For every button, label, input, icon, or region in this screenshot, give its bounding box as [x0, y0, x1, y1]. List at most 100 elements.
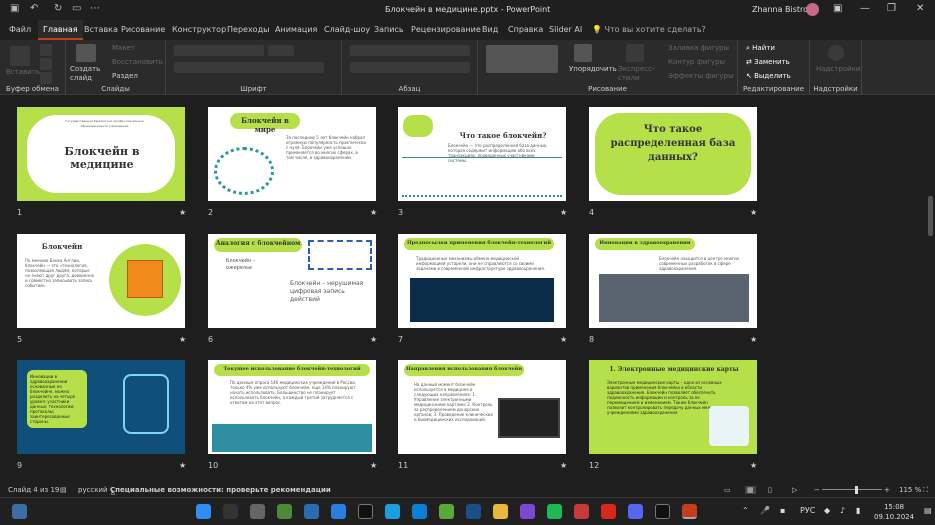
tab-view[interactable]: Вид	[482, 25, 498, 34]
tab-home[interactable]: Главная	[38, 20, 83, 40]
slide-sorter-view-icon[interactable]: ▦	[745, 486, 756, 494]
microphone-icon[interactable]: 🎤	[760, 506, 770, 515]
spellcheck-icon[interactable]: ▤	[60, 486, 67, 494]
tab-transitions[interactable]: Переходы	[227, 25, 269, 34]
edge-icon[interactable]	[412, 504, 427, 519]
slide-thumb-9[interactable]: Инновации в здравоохранении основанные н…	[17, 360, 185, 454]
task-view-icon[interactable]	[250, 504, 265, 519]
weather-icon[interactable]	[12, 504, 27, 519]
list-buttons[interactable]	[350, 45, 470, 56]
replace-button[interactable]: ⇄ Заменить	[746, 58, 790, 66]
paste-button[interactable]: Вставить	[6, 68, 40, 76]
addins-button[interactable]: Надстройки	[816, 65, 860, 73]
shapes-gallery[interactable]	[486, 45, 558, 73]
arrange-icon[interactable]	[574, 44, 592, 62]
app-icon[interactable]	[277, 504, 292, 519]
slide-thumb-1[interactable]: Государственное бюджетное профессиональн…	[17, 107, 185, 201]
zoom-in-icon[interactable]: +	[884, 486, 890, 494]
clock[interactable]: 15:08 09.10.2024	[874, 502, 914, 522]
yandex-icon[interactable]	[601, 504, 616, 519]
undo-icon[interactable]: ↶	[30, 3, 38, 14]
tab-insert[interactable]: Вставка	[84, 25, 118, 34]
customize-icon[interactable]: ⋯	[90, 3, 100, 14]
copy-icon[interactable]	[40, 58, 52, 70]
app-icon[interactable]	[520, 504, 535, 519]
reading-view-icon[interactable]: ▯	[768, 486, 772, 494]
normal-view-icon[interactable]: ▭	[724, 486, 731, 494]
file-explorer-icon[interactable]	[493, 504, 508, 519]
epic-games-icon[interactable]	[358, 504, 373, 519]
shape-effects-button[interactable]: Эффекты фигуры	[668, 72, 734, 80]
language-status[interactable]: русский	[78, 486, 108, 494]
slide-thumb-11[interactable]: Направления использования блокчейн На да…	[398, 360, 566, 454]
slide-thumb-4[interactable]: Что такое распределенная база данных?	[589, 107, 757, 201]
slide-thumb-6[interactable]: Аналогия с блокчейном Блокчейн – ожерель…	[208, 234, 376, 328]
notifications-icon[interactable]: ▤	[924, 506, 932, 515]
layout-button[interactable]: Макет	[112, 44, 135, 52]
minimize-icon[interactable]: —	[860, 3, 870, 14]
search-icon[interactable]	[223, 504, 238, 519]
slide-thumb-2[interactable]: Блокчейн в мире За последние 5 лет блокч…	[208, 107, 376, 201]
find-button[interactable]: ⌕ Найти	[746, 44, 775, 53]
ribbon-display-icon[interactable]: ▣	[833, 3, 842, 14]
arrange-button[interactable]: Упорядочить	[569, 65, 617, 73]
app-icon[interactable]	[304, 504, 319, 519]
shape-outline-button[interactable]: Контур фигуры	[668, 58, 725, 66]
telegram-icon[interactable]	[385, 504, 400, 519]
app-icon[interactable]	[466, 504, 481, 519]
format-painter-icon[interactable]	[40, 72, 52, 84]
tab-review[interactable]: Рецензирование	[411, 25, 481, 34]
slide-thumb-7[interactable]: Предпосылки применения блокчейн-технолог…	[398, 234, 566, 328]
battery-icon[interactable]: ▮	[856, 506, 860, 515]
slide-thumb-8[interactable]: Инновации в здравоохранении Блокчейн нах…	[589, 234, 757, 328]
zoom-out-icon[interactable]: −	[814, 486, 820, 494]
tab-record[interactable]: Запись	[374, 25, 404, 34]
tab-draw[interactable]: Рисование	[121, 25, 165, 34]
maximize-icon[interactable]: ❐	[887, 3, 896, 14]
slideshow-view-icon[interactable]: ▷	[792, 486, 797, 494]
tab-file[interactable]: Файл	[9, 25, 31, 34]
accessibility-status[interactable]: ♿ Специальные возможности: проверьте рек…	[110, 486, 331, 497]
discord-icon[interactable]	[628, 504, 643, 519]
new-slide-button[interactable]: Создать слайд	[70, 65, 102, 83]
tab-help[interactable]: Справка	[508, 25, 543, 34]
font-format-buttons[interactable]	[174, 62, 324, 73]
vpn-icon[interactable]	[331, 504, 346, 519]
app-tray-icon[interactable]: ▪	[780, 506, 785, 515]
quick-styles-button[interactable]: Экспресс-стили	[618, 65, 655, 83]
close-icon[interactable]: ✕	[916, 3, 924, 14]
slide-thumb-12[interactable]: 1. Электронные медицинские карты Электро…	[589, 360, 757, 454]
tell-me-search[interactable]: 💡 Что вы хотите сделать?	[592, 25, 706, 34]
network-icon[interactable]: ◆	[824, 506, 830, 515]
app-icon[interactable]	[439, 504, 454, 519]
app-icon[interactable]	[547, 504, 562, 519]
app-icon[interactable]	[574, 504, 589, 519]
new-slide-icon[interactable]	[76, 44, 96, 62]
zoom-level[interactable]: 115 %	[899, 486, 921, 494]
vertical-scrollbar[interactable]	[928, 196, 933, 236]
tab-slideshow[interactable]: Слайд-шоу	[324, 25, 370, 34]
keyboard-language[interactable]: РУС	[800, 506, 815, 515]
paste-icon[interactable]	[10, 46, 30, 66]
redo-icon[interactable]: ↻	[54, 3, 62, 14]
tab-animation[interactable]: Анимация	[275, 25, 317, 34]
font-size-select[interactable]	[268, 45, 294, 56]
addins-icon[interactable]	[828, 45, 844, 61]
slide-thumb-3[interactable]: Что такое блокчейн? Блокчейн — это распр…	[398, 107, 566, 201]
avatar[interactable]	[806, 3, 819, 16]
select-button[interactable]: ↖ Выделить	[746, 72, 791, 80]
fit-window-icon[interactable]: ⛶	[923, 486, 928, 495]
cut-icon[interactable]	[40, 44, 52, 56]
slide-thumb-5[interactable]: Блокчейн По мнению Банка Англии, блокчей…	[17, 234, 185, 328]
slide-thumb-10[interactable]: Текущее использование блокчейн-технологи…	[208, 360, 376, 454]
font-family-select[interactable]	[174, 45, 264, 56]
align-buttons[interactable]	[350, 62, 470, 73]
quick-styles-icon[interactable]	[626, 44, 644, 62]
tab-slider-ai[interactable]: Slider AI	[549, 25, 582, 34]
reset-button[interactable]: Восстановить	[112, 58, 163, 66]
shape-fill-button[interactable]: Заливка фигуры	[668, 44, 729, 52]
present-icon[interactable]: ▭	[72, 3, 81, 14]
volume-icon[interactable]: ♪	[840, 506, 845, 515]
zoom-slider[interactable]	[822, 489, 882, 490]
tab-design[interactable]: Конструктор	[172, 25, 226, 34]
